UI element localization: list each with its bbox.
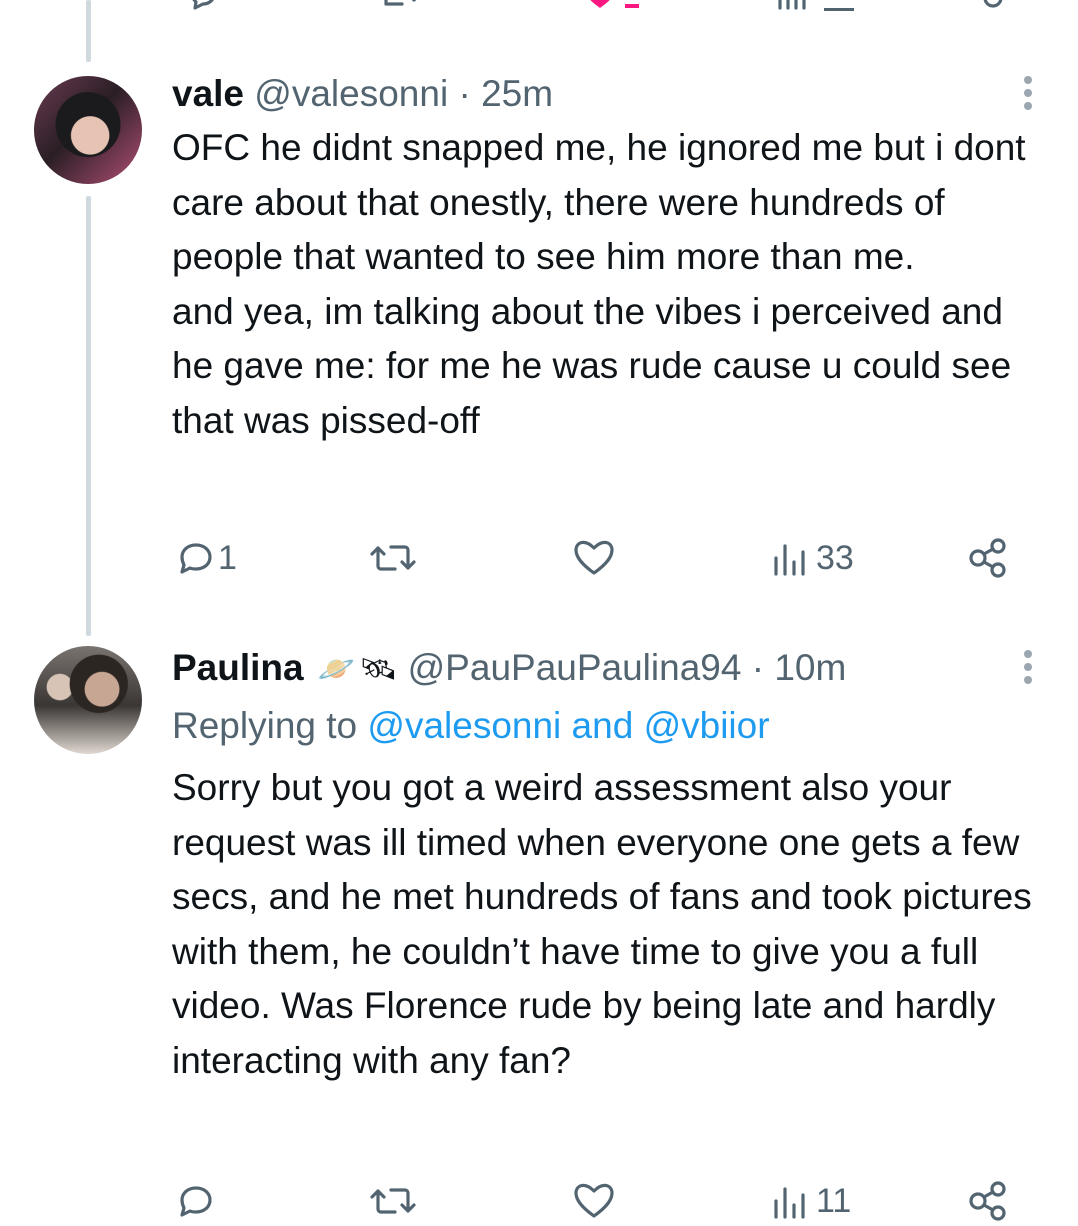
- share-icon[interactable]: [976, 0, 1010, 12]
- views-count: 11: [816, 1181, 852, 1220]
- replying-to: Replying to @valesonni and @vbiior: [172, 704, 770, 748]
- views-icon[interactable]: [774, 0, 814, 12]
- views-button[interactable]: 33: [772, 533, 854, 583]
- views-button[interactable]: 11: [772, 1176, 851, 1226]
- planet-emoji: 🪐: [317, 652, 356, 688]
- replying-to-label: Replying to: [172, 705, 358, 746]
- heart-icon[interactable]: [580, 0, 620, 12]
- reply-icon: [180, 1186, 212, 1217]
- like-button[interactable]: [572, 1176, 616, 1226]
- separator-dot: ·: [458, 73, 471, 114]
- views-count-fragment: [824, 8, 854, 11]
- like-button[interactable]: [572, 533, 616, 583]
- tweet-text: OFC he didnt snapped me, he ignored me b…: [172, 127, 1026, 441]
- tweet-actions: 1 33: [0, 533, 1078, 583]
- reply-icon: [180, 543, 212, 574]
- reply-count: 1: [218, 538, 237, 577]
- reply-button[interactable]: [176, 1176, 218, 1226]
- tweet-header: Paulina 🪐 🛰 @PauPauPaulina94 · 10m: [172, 646, 846, 692]
- display-name[interactable]: Paulina: [172, 647, 304, 688]
- views-count: 33: [816, 538, 854, 577]
- reply-icon[interactable]: [186, 0, 220, 12]
- more-options-icon[interactable]: [1024, 650, 1034, 689]
- previous-tweet-actions: [0, 0, 1078, 12]
- timestamp[interactable]: 10m: [774, 647, 846, 688]
- like-count-bar: [625, 4, 639, 8]
- share-icon: [969, 538, 1006, 578]
- display-name[interactable]: vale: [172, 73, 244, 114]
- share-icon: [969, 1181, 1006, 1221]
- user-handle[interactable]: @PauPauPaulina94: [408, 647, 742, 688]
- retweet-icon: [370, 1188, 416, 1214]
- heart-icon: [574, 540, 614, 575]
- timestamp[interactable]: 25m: [481, 73, 553, 114]
- share-button[interactable]: [966, 533, 1010, 583]
- separator-dot: ·: [751, 647, 765, 688]
- views-icon: [774, 1187, 805, 1219]
- views-icon: [774, 544, 805, 576]
- avatar[interactable]: [34, 646, 142, 754]
- satellite-emoji: 🛰: [359, 652, 398, 688]
- tweet-actions: 11: [0, 1176, 1078, 1226]
- share-button[interactable]: [966, 1176, 1010, 1226]
- retweet-icon: [370, 545, 416, 571]
- reply-button[interactable]: 1: [176, 533, 237, 583]
- replying-to-mentions[interactable]: @valesonni and @vbiior: [367, 705, 769, 746]
- tweet-text: Sorry but you got a weird assessment als…: [172, 767, 1032, 1081]
- tweet-header: vale @valesonni · 25m: [172, 72, 553, 116]
- retweet-button[interactable]: [368, 533, 418, 583]
- avatar[interactable]: [34, 76, 142, 184]
- heart-icon: [574, 1183, 614, 1218]
- user-handle[interactable]: @valesonni: [254, 73, 448, 114]
- more-options-icon[interactable]: [1024, 76, 1034, 115]
- retweet-icon[interactable]: [380, 0, 420, 12]
- retweet-button[interactable]: [368, 1176, 418, 1226]
